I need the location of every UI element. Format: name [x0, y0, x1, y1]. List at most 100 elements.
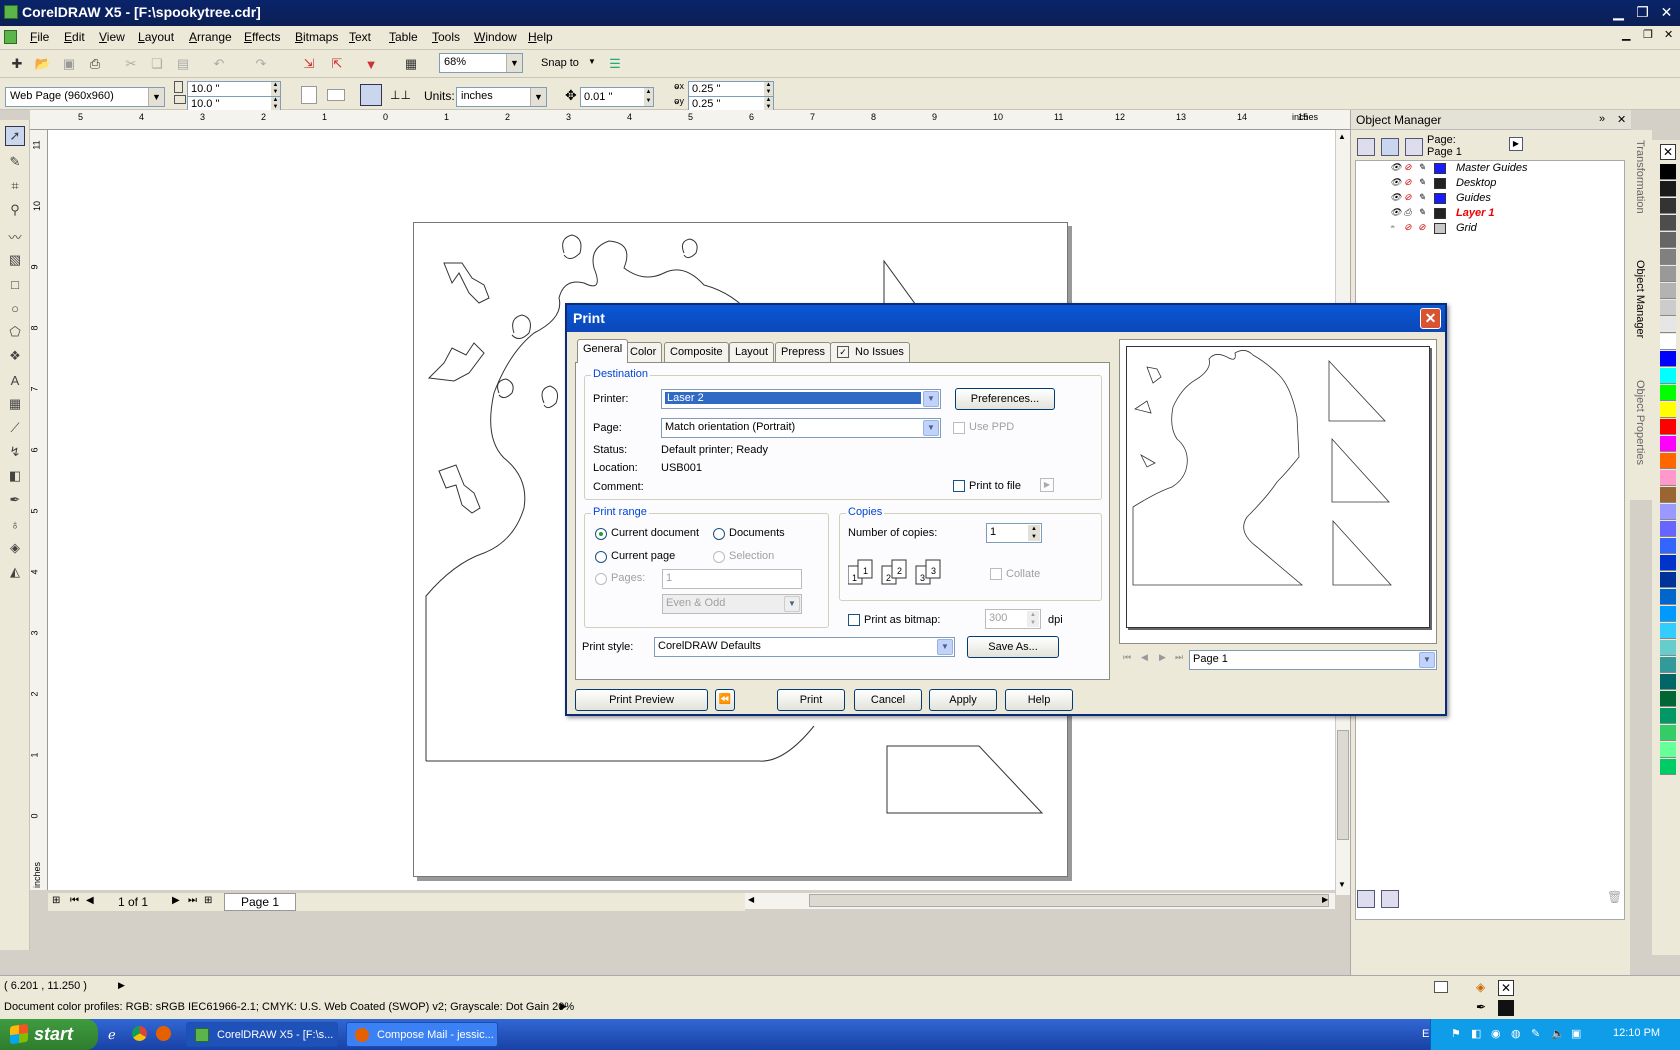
color-swatch[interactable] — [1660, 266, 1676, 282]
pencil-icon[interactable]: ✎ — [1418, 207, 1426, 218]
page-width-input[interactable]: 10.0 " ▲ ▼ — [187, 81, 281, 97]
menu-text[interactable]: Text — [349, 30, 371, 44]
start-button[interactable]: start — [0, 1019, 98, 1050]
snap-to-dropdown-icon[interactable]: ▼ — [588, 57, 596, 66]
tray-icon-3[interactable]: ◉ — [1491, 1027, 1501, 1040]
dpi-input[interactable]: 300 ▲ ▼ — [985, 609, 1041, 629]
color-swatch[interactable] — [1660, 300, 1676, 316]
tab-object-properties[interactable]: Object Properties — [1634, 380, 1646, 465]
help-button[interactable]: Help — [1005, 689, 1073, 711]
chevron-down-icon[interactable]: ▼ — [1419, 652, 1435, 668]
tab-general[interactable]: General — [577, 339, 629, 363]
color-swatch[interactable] — [1660, 164, 1676, 180]
delete-icon[interactable]: 🗑 — [1607, 890, 1622, 904]
vertical-scroll-thumb[interactable] — [1337, 730, 1349, 840]
doc-close-icon[interactable]: ✕ — [1664, 28, 1673, 41]
menu-edit[interactable]: Edit — [64, 30, 85, 44]
width-spinner-icon[interactable]: ▲ ▼ — [271, 82, 280, 96]
no-fill-swatch[interactable]: ✕ — [1660, 144, 1676, 160]
paste-icon[interactable]: ▤ — [174, 55, 192, 73]
color-swatch[interactable] — [1660, 691, 1676, 707]
expand-icon[interactable]: » — [1599, 113, 1605, 125]
all-pages-icon[interactable] — [360, 84, 382, 106]
doc-restore-icon[interactable]: ❐ — [1643, 28, 1653, 41]
layer-color-swatch[interactable] — [1434, 163, 1446, 174]
chevron-down-icon[interactable]: ▼ — [506, 54, 522, 72]
tab-layout[interactable]: Layout — [729, 342, 775, 362]
even-odd-select[interactable]: Even & Odd ▼ — [662, 594, 802, 614]
tab-color[interactable]: Color — [624, 342, 663, 362]
print-button[interactable]: Print — [777, 689, 845, 711]
color-swatch[interactable] — [1660, 708, 1676, 724]
duplicate-x-input[interactable]: 0.25 " ▲ ▼ — [688, 81, 774, 97]
last-page-icon[interactable]: ⏭ — [188, 895, 197, 906]
chevron-down-icon[interactable]: ▼ — [784, 596, 800, 612]
color-swatch[interactable] — [1660, 385, 1676, 401]
selection-radio[interactable] — [713, 551, 725, 563]
nudge-spinner-icon[interactable]: ▲ ▼ — [644, 88, 653, 106]
units-combo[interactable]: inches ▼ — [456, 87, 547, 107]
eye-icon[interactable]: 👁 — [1390, 192, 1401, 203]
layer-manager-view-icon[interactable] — [1405, 138, 1423, 156]
color-swatch[interactable] — [1660, 368, 1676, 384]
close-icon[interactable]: ✕ — [1420, 308, 1441, 329]
scroll-left-icon[interactable]: ◀ — [748, 895, 754, 904]
page-orientation-select[interactable]: Match orientation (Portrait) ▼ — [661, 418, 941, 438]
cancel-button[interactable]: Cancel — [854, 689, 922, 711]
menu-file[interactable]: File — [30, 30, 49, 44]
collate-checkbox[interactable] — [990, 568, 1002, 580]
interactive-fill-icon[interactable]: ◭ — [5, 562, 25, 582]
color-swatch[interactable] — [1660, 657, 1676, 673]
pencil-icon[interactable]: ✎ — [1418, 192, 1426, 203]
volume-icon[interactable]: 🔈 — [1551, 1027, 1565, 1040]
blend-tool-icon[interactable]: ◧ — [5, 466, 25, 486]
color-swatch[interactable] — [1660, 759, 1676, 775]
save-icon[interactable]: ▣ — [60, 55, 78, 73]
shape-tool-icon[interactable]: ✎ — [5, 152, 25, 172]
horizontal-scrollbar[interactable]: ◀ ▶ — [745, 893, 1335, 909]
layer-row-desktop[interactable]: 👁 ⊘ ✎ Desktop — [1366, 176, 1596, 192]
menu-table[interactable]: Table — [389, 30, 418, 44]
chrome-icon[interactable] — [132, 1026, 147, 1041]
preferences-button[interactable]: Preferences... — [955, 388, 1055, 410]
expand-arrow-icon[interactable]: ▶ — [118, 980, 125, 991]
options-icon[interactable]: ☰ — [606, 55, 624, 73]
fill-tool-icon[interactable]: ◈ — [5, 538, 25, 558]
scroll-down-icon[interactable]: ▼ — [1338, 880, 1346, 889]
welcome-screen-icon[interactable]: ▦ — [402, 55, 420, 73]
color-swatch[interactable] — [1660, 419, 1676, 435]
first-page-icon[interactable]: ⏮ — [70, 895, 79, 906]
tab-prepress[interactable]: Prepress — [775, 342, 832, 362]
freehand-tool-icon[interactable]: 〰 — [5, 226, 25, 246]
close-icon[interactable]: ✕ — [1656, 3, 1677, 22]
application-launcher-icon[interactable]: ▼ — [362, 55, 380, 73]
printer-disabled-icon[interactable]: ⊘ — [1404, 177, 1412, 188]
firefox-icon[interactable] — [156, 1026, 171, 1041]
tray-icon-5[interactable]: ✎ — [1531, 1027, 1540, 1040]
copy-icon[interactable]: ❏ — [148, 55, 166, 73]
current-page-radio[interactable] — [595, 551, 607, 563]
printer-disabled-icon[interactable]: ⊘ — [1404, 162, 1412, 173]
task-compose-mail[interactable]: Compose Mail - jessic... — [346, 1022, 498, 1047]
next-page-icon[interactable]: ▶ — [172, 895, 180, 906]
menu-bitmaps[interactable]: Bitmaps — [295, 30, 338, 44]
first-page-icon[interactable]: ⏮ — [1123, 652, 1131, 663]
connector-tool-icon[interactable]: ↯ — [5, 442, 25, 462]
ellipse-tool-icon[interactable]: ○ — [5, 298, 25, 318]
pick-tool-icon[interactable]: ➚ — [5, 126, 25, 146]
tab-transformation[interactable]: Transformation — [1634, 140, 1646, 214]
crop-tool-icon[interactable]: ⌗ — [5, 176, 25, 196]
horizontal-ruler[interactable]: 5 4 3 2 1 0 1 2 3 4 5 6 7 8 9 10 11 12 13 14 15 inches — [30, 110, 1350, 130]
tab-composite[interactable]: Composite — [664, 342, 729, 362]
pages-input[interactable]: 1 — [662, 569, 802, 589]
layer-color-swatch[interactable] — [1434, 223, 1446, 234]
color-swatch[interactable] — [1660, 674, 1676, 690]
eye-hidden-icon[interactable]: ◓ — [1390, 222, 1395, 232]
current-page-icon[interactable]: ⊥⊥ — [390, 88, 411, 102]
layer-color-swatch[interactable] — [1434, 178, 1446, 189]
copies-spinner-icon[interactable]: ▲ ▼ — [1028, 525, 1040, 541]
color-swatch[interactable] — [1660, 249, 1676, 265]
page-options-arrow-icon[interactable]: ▶ — [1509, 137, 1523, 151]
eye-icon[interactable]: 👁 — [1390, 177, 1401, 188]
nudge-input[interactable]: 0.01 " ▲ ▼ — [580, 87, 654, 107]
